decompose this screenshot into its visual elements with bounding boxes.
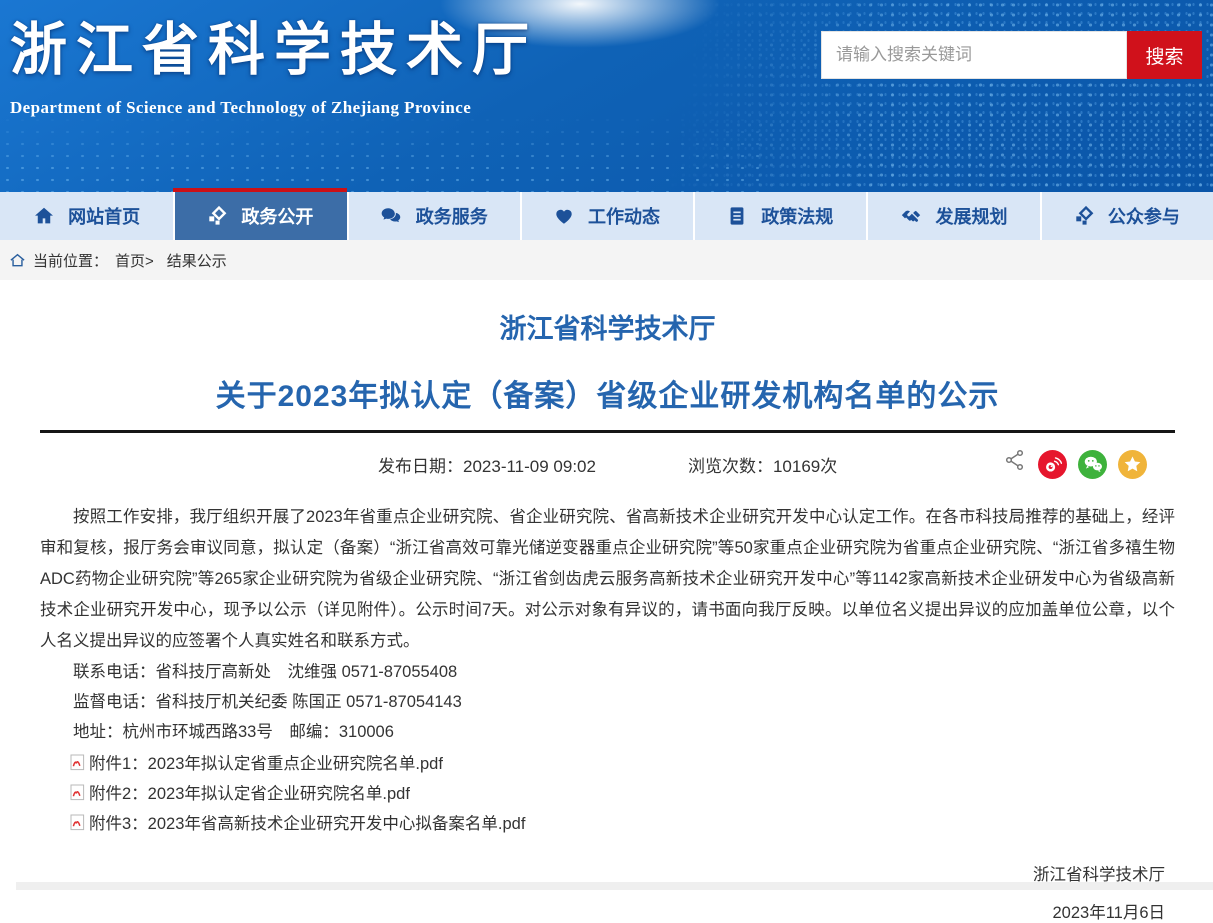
view-count-label: 浏览次数： [688, 457, 773, 476]
attachment-link-1[interactable]: 附件1：2023年拟认定省重点企业研究院名单.pdf [40, 747, 1175, 777]
supervision-phone: 监督电话：省科技厅机关纪委 陈国正 0571-87054143 [40, 687, 1175, 717]
site-search: 搜索 [821, 31, 1202, 79]
home-icon [33, 205, 55, 227]
heart-icon [553, 205, 575, 227]
site-title-en: Department of Science and Technology of … [10, 98, 538, 118]
attachment-link-2[interactable]: 附件2：2023年拟认定省企业研究院名单.pdf [40, 777, 1175, 807]
search-input[interactable] [821, 31, 1127, 79]
article-paragraph: 按照工作安排，我厅组织开展了2023年省重点企业研究院、省企业研究院、省高新技术… [40, 502, 1175, 657]
attachment-label: 附件1：2023年拟认定省重点企业研究院名单.pdf [89, 750, 443, 774]
site-banner: 浙江省科学技术厅 Department of Science and Techn… [0, 0, 1213, 192]
home-outline-icon [9, 252, 26, 268]
pdf-icon [70, 814, 85, 831]
article-title-line1: 浙江省科学技术厅 [40, 307, 1175, 346]
view-count: 浏览次数：10169次 [688, 452, 837, 477]
breadcrumb: 当前位置： 首页> 结果公示 [0, 240, 1213, 280]
disclosure-icon [206, 205, 228, 227]
contact-phone: 联系电话：省科技厅高新处 沈维强 0571-87055408 [40, 657, 1175, 687]
article-content: 浙江省科学技术厅 关于2023年拟认定（备案）省级企业研发机构名单的公示 发布日… [0, 307, 1213, 923]
breadcrumb-home-link[interactable]: 首页> [115, 250, 154, 271]
nav-item-gov-disclosure[interactable]: 政务公开 [173, 192, 346, 240]
nav-item-label: 政策法规 [761, 203, 833, 229]
attachment-label: 附件2：2023年拟认定省企业研究院名单.pdf [89, 780, 410, 804]
publish-date-label: 发布日期： [378, 457, 463, 476]
footer-strip [16, 882, 1213, 890]
breadcrumb-current[interactable]: 结果公示 [167, 250, 227, 271]
nav-item-work-news[interactable]: 工作动态 [520, 192, 693, 240]
nav-item-home[interactable]: 网站首页 [0, 192, 173, 240]
qzone-icon[interactable] [1118, 450, 1147, 479]
nav-item-label: 发展规划 [936, 203, 1008, 229]
signature-date: 2023年11月6日 [40, 899, 1175, 923]
wechat-icon[interactable] [1078, 450, 1107, 479]
site-title-cn: 浙江省科学技术厅 [10, 4, 538, 86]
nav-item-public-participation[interactable]: 公众参与 [1040, 192, 1213, 240]
share-toolbar [1004, 450, 1147, 479]
banner-dot-wave [0, 114, 760, 192]
handshake-icon [899, 205, 923, 227]
chat-bubbles-icon [379, 205, 403, 227]
attachment-label: 附件3：2023年省高新技术企业研究开发中心拟备案名单.pdf [89, 810, 525, 834]
pdf-icon [70, 754, 85, 771]
site-brand: 浙江省科学技术厅 Department of Science and Techn… [10, 4, 538, 118]
nav-item-label: 公众参与 [1108, 203, 1180, 229]
document-icon [726, 205, 748, 227]
weibo-icon[interactable] [1038, 450, 1067, 479]
title-divider [40, 430, 1175, 433]
nav-item-gov-services[interactable]: 政务服务 [347, 192, 520, 240]
publish-date: 发布日期：2023-11-09 09:02 [378, 452, 596, 477]
nav-item-label: 网站首页 [68, 203, 140, 229]
nav-item-development-plan[interactable]: 发展规划 [866, 192, 1039, 240]
publish-date-value: 2023-11-09 09:02 [463, 457, 596, 476]
breadcrumb-location-label: 当前位置： [33, 250, 108, 271]
search-button[interactable]: 搜索 [1127, 31, 1202, 79]
view-count-value: 10169次 [773, 457, 837, 476]
attachment-link-3[interactable]: 附件3：2023年省高新技术企业研究开发中心拟备案名单.pdf [40, 807, 1175, 837]
article-title-line2: 关于2023年拟认定（备案）省级企业研发机构名单的公示 [40, 371, 1175, 415]
nav-item-label: 工作动态 [588, 203, 660, 229]
nav-item-label: 政务服务 [416, 203, 488, 229]
pdf-icon [70, 784, 85, 801]
address-line: 地址：杭州市环城西路33号 邮编：310006 [40, 717, 1175, 747]
main-nav: 网站首页 政务公开 政务服务 工作动态 政策法规 发展规划 公众参与 [0, 192, 1213, 240]
article-meta: 发布日期：2023-11-09 09:02 浏览次数：10169次 [40, 443, 1175, 485]
nav-item-policies[interactable]: 政策法规 [693, 192, 866, 240]
nav-item-label: 政务公开 [241, 203, 313, 229]
share-icon[interactable] [1004, 448, 1026, 472]
participation-icon [1073, 205, 1095, 227]
